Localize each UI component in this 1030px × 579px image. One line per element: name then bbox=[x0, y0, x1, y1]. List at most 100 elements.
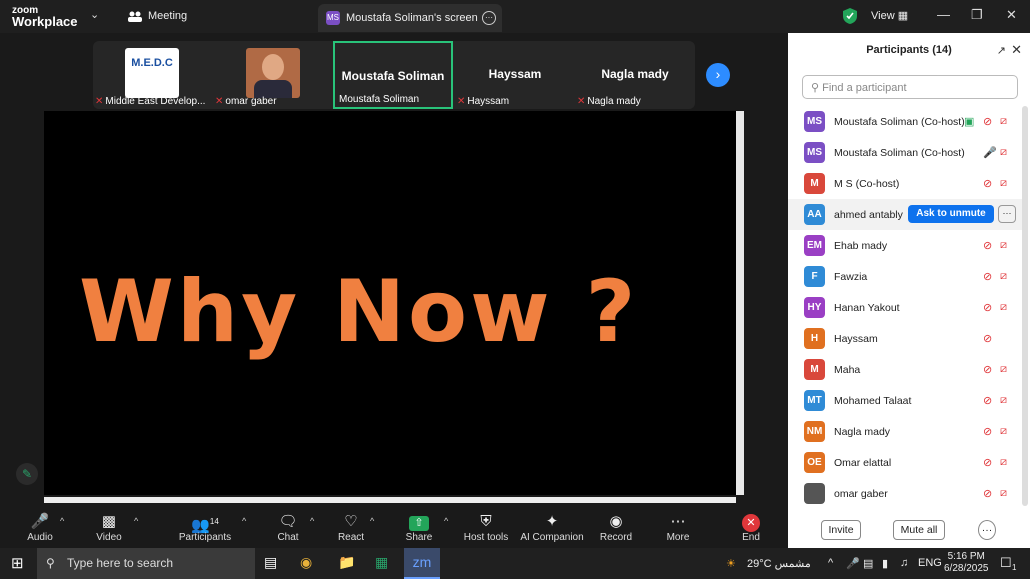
grid-icon: ▦ bbox=[897, 10, 909, 22]
invite-button[interactable]: Invite bbox=[821, 520, 861, 540]
next-page-button[interactable]: › bbox=[706, 63, 730, 87]
participant-row[interactable]: NM Nagla mady ⊘ ⧄ bbox=[788, 416, 1024, 447]
participant-row[interactable]: F Fawzia ⊘ ⧄ bbox=[788, 261, 1024, 292]
taskbar-search-input[interactable]: Type here to search bbox=[37, 548, 255, 579]
mic-icon[interactable]: 🎤 bbox=[846, 557, 860, 570]
video-off-icon[interactable]: ⧄ bbox=[1000, 177, 1007, 190]
react-button[interactable]: ♡ React bbox=[316, 512, 386, 543]
video-off-icon[interactable]: ⧄ bbox=[1000, 487, 1007, 500]
thumbnail-omar-gaber[interactable]: ✕ omar gaber bbox=[213, 41, 333, 109]
participant-row[interactable]: H Hayssam ⊘ bbox=[788, 323, 1024, 354]
host-tools-button[interactable]: ⛨ Host tools bbox=[451, 512, 521, 543]
thumbnail-nagla-mady[interactable]: Nagla mady ✕ Nagla mady bbox=[575, 41, 695, 109]
language-indicator[interactable]: ENG bbox=[918, 557, 942, 569]
mic-off-icon[interactable]: ⊘ bbox=[983, 425, 992, 438]
video-off-icon[interactable]: ⧄ bbox=[1000, 456, 1007, 469]
close-icon[interactable]: ✕ bbox=[1006, 7, 1017, 23]
participant-row[interactable]: EM Ehab mady ⊘ ⧄ bbox=[788, 230, 1024, 261]
end-button[interactable]: ✕ End bbox=[716, 512, 786, 543]
participant-row[interactable]: MS Moustafa Soliman (Co-host) ▣ ⊘ ⧄ bbox=[788, 106, 1024, 137]
zoom-taskbar-icon[interactable]: zm bbox=[404, 548, 440, 579]
chevron-up-icon[interactable]: ^ bbox=[370, 516, 374, 526]
audio-button[interactable]: 🎤 Audio bbox=[5, 512, 75, 543]
pop-out-icon[interactable]: ↗ bbox=[997, 44, 1006, 57]
chevron-up-icon[interactable]: ^ bbox=[134, 516, 138, 526]
chevron-up-icon[interactable]: ^ bbox=[60, 516, 64, 526]
video-off-icon[interactable]: ⧄ bbox=[1000, 270, 1007, 283]
avatar: H bbox=[804, 328, 825, 349]
ask-to-unmute-button[interactable]: Ask to unmute bbox=[908, 205, 994, 223]
mic-off-icon[interactable]: ⊘ bbox=[983, 456, 992, 469]
notification-icon[interactable]: ☐ bbox=[1000, 555, 1012, 571]
mic-icon[interactable]: 🎤 bbox=[983, 146, 997, 159]
participant-row[interactable]: OE Omar elattal ⊘ ⧄ bbox=[788, 447, 1024, 478]
task-view-icon[interactable]: ▤ bbox=[264, 554, 277, 571]
mic-off-icon[interactable]: ⊘ bbox=[983, 301, 992, 314]
shield-icon[interactable] bbox=[843, 8, 857, 24]
participant-name: Maha bbox=[834, 364, 861, 376]
volume-icon[interactable]: ♫ bbox=[900, 557, 908, 569]
minimize-icon[interactable]: — bbox=[937, 7, 950, 22]
battery-icon[interactable]: ▮ bbox=[882, 557, 888, 570]
network-icon[interactable]: ▤ bbox=[863, 557, 873, 570]
excel-icon[interactable]: ▦ bbox=[375, 554, 388, 571]
participant-row[interactable]: AA ahmed antably Ask to unmute ··· bbox=[788, 199, 1024, 230]
video-off-icon[interactable]: ⧄ bbox=[1000, 239, 1007, 252]
participant-row[interactable]: M Maha ⊘ ⧄ bbox=[788, 354, 1024, 385]
video-off-icon[interactable]: ⧄ bbox=[1000, 425, 1007, 438]
mic-off-icon[interactable]: ⊘ bbox=[983, 177, 992, 190]
screen-tab[interactable]: MS Moustafa Soliman's screen ··· bbox=[318, 4, 502, 32]
participant-row[interactable]: MS Moustafa Soliman (Co-host) 🎤 ⧄ bbox=[788, 137, 1024, 168]
participant-search-input[interactable]: ⚲ Find a participant bbox=[802, 75, 1018, 99]
thumbnail-hayssam[interactable]: Hayssam ✕ Hayssam bbox=[455, 41, 575, 109]
participant-row[interactable]: omar gaber ⊘ ⧄ bbox=[788, 478, 1024, 509]
video-off-icon[interactable]: ⧄ bbox=[1000, 363, 1007, 376]
mute-all-button[interactable]: Mute all bbox=[893, 520, 945, 540]
annotate-icon[interactable]: ✎ bbox=[16, 463, 38, 485]
avatar: HY bbox=[804, 297, 825, 318]
mic-off-icon[interactable]: ⊘ bbox=[983, 394, 992, 407]
more-icon[interactable]: ··· bbox=[998, 205, 1016, 223]
mic-off-icon[interactable]: ⊘ bbox=[983, 487, 992, 500]
mic-off-icon[interactable]: ⊘ bbox=[983, 239, 992, 252]
participant-row[interactable]: M M S (Co-host) ⊘ ⧄ bbox=[788, 168, 1024, 199]
more-icon[interactable]: ··· bbox=[482, 11, 496, 25]
video-off-icon[interactable]: ⧄ bbox=[1000, 146, 1007, 159]
avatar bbox=[804, 483, 825, 504]
avatar: OE bbox=[804, 452, 825, 473]
record-button[interactable]: ◉ Record bbox=[581, 512, 651, 543]
chevron-up-icon[interactable]: ^ bbox=[310, 516, 314, 526]
chevron-up-icon[interactable]: ^ bbox=[828, 557, 833, 569]
meeting-menu[interactable]: Meeting bbox=[128, 10, 187, 22]
mic-off-icon[interactable]: ⊘ bbox=[983, 115, 992, 128]
video-off-icon[interactable]: ⧄ bbox=[1000, 115, 1007, 128]
ai-companion-button[interactable]: ✦ AI Companion bbox=[516, 512, 588, 543]
video-off-icon[interactable]: ⧄ bbox=[1000, 301, 1007, 314]
maximize-icon[interactable]: ❐ bbox=[971, 7, 983, 23]
thumbnail-moustafa-soliman[interactable]: Moustafa Soliman Moustafa Soliman bbox=[333, 41, 453, 109]
mic-off-icon[interactable]: ⊘ bbox=[983, 270, 992, 283]
more-button[interactable]: ⋯ More bbox=[643, 512, 713, 543]
panel-scrollbar[interactable] bbox=[1022, 106, 1028, 506]
chevron-up-icon[interactable]: ^ bbox=[242, 516, 246, 526]
mic-off-icon[interactable]: ⊘ bbox=[983, 332, 992, 345]
participants-button[interactable]: 👥14 Participants bbox=[170, 512, 240, 543]
close-icon[interactable]: ✕ bbox=[1011, 42, 1022, 58]
windows-start-icon[interactable]: ⊞ bbox=[11, 554, 24, 572]
mic-off-icon[interactable]: ⊘ bbox=[983, 363, 992, 376]
participant-row[interactable]: MT Mohamed Talaat ⊘ ⧄ bbox=[788, 385, 1024, 416]
horizontal-scrollbar[interactable] bbox=[44, 497, 736, 503]
sparkle-icon: ✦ bbox=[545, 513, 559, 530]
chevron-down-icon[interactable]: ⌄ bbox=[90, 8, 99, 21]
thumbnail-medc[interactable]: M.E.D.C ✕ Middle East Develop... bbox=[93, 41, 213, 109]
chevron-up-icon[interactable]: ^ bbox=[444, 516, 448, 526]
folder-icon[interactable]: 📁 bbox=[338, 554, 355, 571]
clock[interactable]: 5:16 PM 6/28/2025 bbox=[944, 551, 989, 575]
chrome-icon[interactable]: ◉ bbox=[300, 554, 312, 571]
more-icon[interactable]: ··· bbox=[978, 520, 996, 540]
video-off-icon[interactable]: ⧄ bbox=[1000, 394, 1007, 407]
participant-row[interactable]: HY Hanan Yakout ⊘ ⧄ bbox=[788, 292, 1024, 323]
view-button[interactable]: View ▦ bbox=[871, 9, 908, 22]
vertical-scrollbar[interactable] bbox=[736, 111, 744, 495]
heart-icon: ♡ bbox=[344, 513, 358, 530]
